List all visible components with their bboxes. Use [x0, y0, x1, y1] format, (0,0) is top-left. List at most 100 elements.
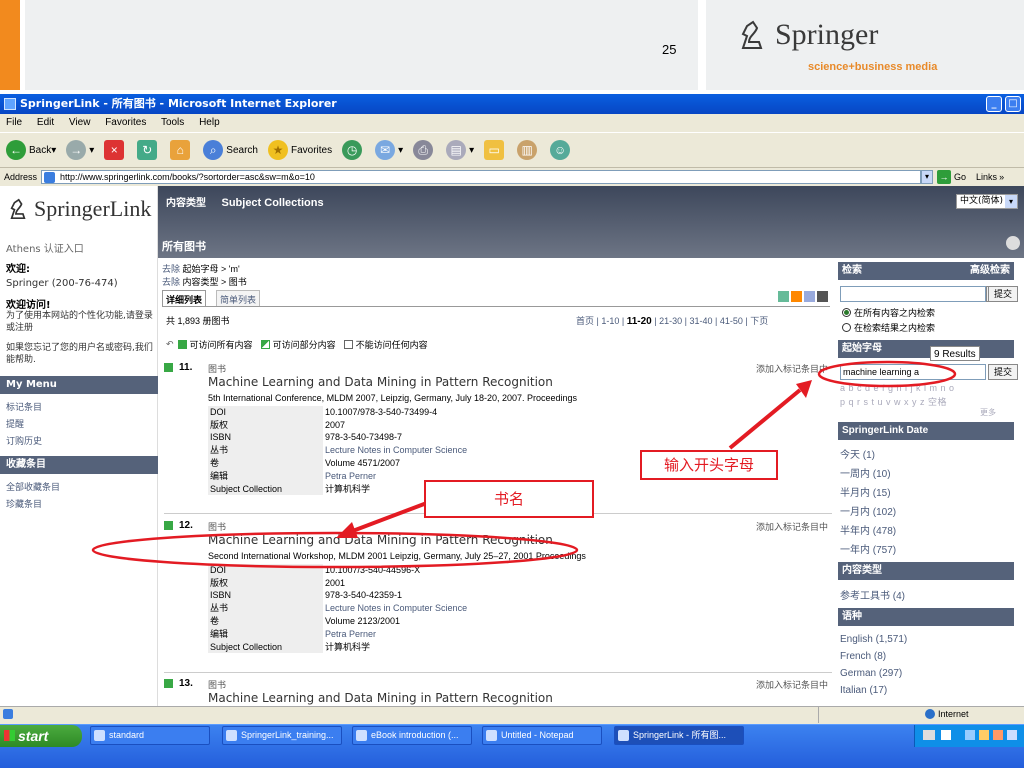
research-button[interactable]: ▥ — [517, 140, 540, 160]
minimize-button[interactable]: _ — [986, 96, 1002, 112]
date-year-link[interactable]: 一年内 (757) — [840, 541, 896, 556]
more-letters-link[interactable]: 更多 — [980, 407, 996, 418]
radio-checked-icon — [842, 308, 851, 317]
athens-login-link[interactable]: Athens 认证入口 — [6, 240, 84, 255]
scope-results-radio[interactable]: 在检索结果之内检索 — [842, 321, 935, 334]
address-input[interactable]: http://www.springerlink.com/books/?sorto… — [41, 170, 922, 184]
search-button[interactable]: ⌕ Search — [203, 140, 258, 160]
print-button[interactable]: ⎙ — [413, 140, 436, 160]
print-icon[interactable] — [1006, 236, 1020, 250]
pager-first[interactable]: 首页 — [576, 316, 594, 326]
rss-icon[interactable] — [791, 291, 802, 302]
series-link[interactable]: Lecture Notes in Computer Science — [323, 601, 469, 614]
chevron-right-icon[interactable]: » — [999, 172, 1004, 182]
address-dropdown-button[interactable]: ▾ — [921, 170, 934, 184]
pager-11-20[interactable]: 11-20 — [627, 316, 652, 327]
start-button[interactable]: start — [0, 725, 82, 747]
date-halfyear-link[interactable]: 半年内 (478) — [840, 522, 896, 537]
nav-subject-collections[interactable]: Subject Collections — [221, 197, 323, 209]
menu-edit[interactable]: Edit — [37, 117, 54, 128]
my-menu-order-history[interactable]: 订购历史 — [6, 434, 42, 447]
search-input[interactable] — [840, 286, 986, 302]
menu-help[interactable]: Help — [199, 117, 220, 128]
pager-next[interactable]: 下页 — [750, 316, 768, 326]
scope-all-radio[interactable]: 在所有内容之内检索 — [842, 306, 935, 319]
remove-type-filter-link[interactable]: 去除 — [162, 277, 180, 287]
edit-button[interactable]: ▤ ▾ — [446, 140, 474, 160]
favorites-heading: 收藏条目 — [0, 456, 158, 474]
personalize-text[interactable]: 为了使用本网站的个性化功能,请登录或注册 — [6, 310, 154, 334]
search-submit-button[interactable]: 提交 — [988, 286, 1018, 302]
nav-content-type[interactable]: 内容类型 — [166, 198, 206, 209]
maximize-button[interactable]: □ — [1005, 96, 1021, 112]
help-icon[interactable] — [941, 730, 951, 740]
favorites-treasured[interactable]: 珍藏条目 — [6, 497, 42, 510]
letter-row-p-z[interactable]: p q r s t u v w x y z 空格 — [840, 395, 947, 408]
save-icon[interactable] — [817, 291, 828, 302]
volume-icon[interactable] — [1007, 730, 1017, 740]
history-button[interactable]: ◷ — [342, 140, 365, 160]
add-to-marked-link[interactable]: 添加入标记条目中 — [756, 520, 828, 533]
start-letter-submit-button[interactable]: 提交 — [988, 364, 1018, 380]
add-to-marked-link[interactable]: 添加入标记条目中 — [756, 362, 828, 375]
task-ebook-introduction[interactable]: eBook introduction (... — [352, 726, 472, 745]
task-standard[interactable]: standard — [90, 726, 210, 745]
favorites-all[interactable]: 全部收藏条目 — [6, 480, 60, 493]
tab-detail-list[interactable]: 详细列表 — [162, 290, 207, 307]
date-halfmonth-link[interactable]: 半月内 (15) — [840, 484, 891, 499]
result-title-link[interactable]: Machine Learning and Data Mining in Patt… — [208, 375, 553, 389]
tray-app-icon[interactable] — [993, 730, 1003, 740]
menu-tools[interactable]: Tools — [161, 117, 184, 128]
content-type-reference-link[interactable]: 参考工具书 (4) — [840, 587, 905, 602]
language-english-link[interactable]: English (1,571) — [840, 634, 907, 645]
series-link[interactable]: Lecture Notes in Computer Science — [323, 443, 469, 456]
date-month-link[interactable]: 一月内 (102) — [840, 503, 896, 518]
remove-letter-filter-link[interactable]: 去除 — [162, 264, 180, 274]
forward-button[interactable]: → ▾ — [66, 140, 94, 160]
stop-button[interactable]: × — [104, 140, 127, 160]
language-select[interactable]: 中文(简体) ▾ — [955, 194, 1018, 209]
links-button[interactable]: Links — [976, 172, 997, 182]
editor-link[interactable]: Petra Perner — [323, 627, 469, 640]
menu-favorites[interactable]: Favorites — [105, 117, 146, 128]
mail-button[interactable]: ✉ ▾ — [375, 140, 403, 160]
favorites-button[interactable]: ★ Favorites — [267, 140, 332, 160]
letter-row-a-o[interactable]: a b c d e f g h i j k l m n o — [840, 383, 955, 393]
date-week-link[interactable]: 一周内 (10) — [840, 465, 891, 480]
keyboard-icon[interactable] — [923, 730, 935, 740]
refresh-button[interactable]: ↻ — [137, 140, 160, 160]
home-button[interactable]: ⌂ — [170, 140, 193, 160]
back-button[interactable]: ← Back ▾ — [6, 140, 56, 160]
task-springerlink-training[interactable]: SpringerLink_training... — [222, 726, 342, 745]
start-letter-input[interactable]: machine learning a — [840, 364, 986, 380]
pager-1-10[interactable]: 1-10 — [601, 316, 619, 326]
language-german-link[interactable]: German (297) — [840, 668, 902, 679]
go-button[interactable]: → Go — [937, 170, 966, 184]
forgot-password-text[interactable]: 如果您忘记了您的用户名或密码,我们能帮助. — [6, 342, 154, 366]
language-italian-link[interactable]: Italian (17) — [840, 685, 887, 696]
export-icon[interactable] — [778, 291, 789, 302]
advanced-search-link[interactable]: 高级检索 — [970, 262, 1010, 280]
result-title-link[interactable]: Machine Learning and Data Mining in Patt… — [208, 533, 553, 547]
add-to-marked-link[interactable]: 添加入标记条目中 — [756, 678, 828, 691]
mail-icon[interactable] — [804, 291, 815, 302]
folder-button[interactable]: ▭ — [484, 140, 507, 160]
task-notepad[interactable]: Untitled - Notepad — [482, 726, 602, 745]
ie-icon — [618, 730, 629, 741]
springerlink-logo[interactable]: SpringerLink — [6, 196, 151, 222]
my-menu-alerts[interactable]: 提醒 — [6, 417, 24, 430]
date-today-link[interactable]: 今天 (1) — [840, 446, 875, 461]
tray-app-icon[interactable] — [979, 730, 989, 740]
pager-21-30[interactable]: 21-30 — [659, 316, 682, 326]
result-title-link[interactable]: Machine Learning and Data Mining in Patt… — [208, 691, 553, 705]
messenger-button[interactable]: ☺ — [550, 140, 573, 160]
pager-31-40[interactable]: 31-40 — [689, 316, 712, 326]
pager-41-50[interactable]: 41-50 — [720, 316, 743, 326]
menu-file[interactable]: File — [6, 117, 22, 128]
tab-simple-list[interactable]: 简单列表 — [216, 290, 261, 307]
network-icon[interactable] — [965, 730, 975, 740]
menu-view[interactable]: View — [69, 117, 91, 128]
my-menu-marked-items[interactable]: 标记条目 — [6, 400, 42, 413]
language-french-link[interactable]: French (8) — [840, 651, 886, 662]
task-springerlink-browser[interactable]: SpringerLink - 所有图... — [614, 726, 744, 745]
